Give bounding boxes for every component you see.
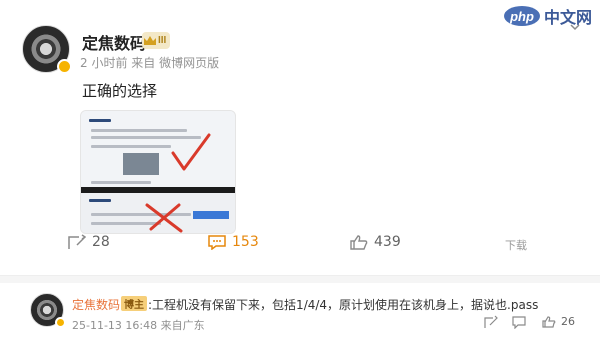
watermark-site-text: 中文网	[543, 8, 592, 27]
comment-button[interactable]: 153	[208, 234, 259, 250]
like-button[interactable]: 439	[350, 234, 401, 250]
crown-icon	[144, 35, 156, 45]
comment-count: 153	[232, 234, 259, 250]
php-logo-badge: php	[503, 6, 540, 26]
author-avatar[interactable]	[22, 25, 72, 74]
repost-button[interactable]: 28	[68, 234, 110, 250]
comment-body: 定焦数码 博主:工程机没有保留下来，包括1/4/4，原计划使用在该机身上，据说也.…	[72, 296, 538, 313]
thumbs-up-icon	[350, 235, 368, 250]
comment-action-bar	[0, 315, 600, 331]
comment-author-name[interactable]: 定焦数码	[72, 298, 120, 312]
thumbs-up-icon	[542, 316, 556, 328]
section-divider	[0, 275, 600, 283]
download-button[interactable]: 下载	[505, 237, 527, 253]
comment-like-button[interactable]: 26	[542, 315, 575, 328]
checkmark-icon	[171, 133, 211, 171]
post-meta: 2 小时前 来自 微博网页版	[80, 56, 220, 70]
reply-icon[interactable]	[512, 315, 526, 329]
cross-icon	[145, 203, 183, 233]
comment-text: :工程机没有保留下来，包括1/4/4，原计划使用在该机身上，据说也.pass	[148, 298, 539, 312]
chevron-down-icon[interactable]	[570, 22, 580, 32]
repost-count: 28	[92, 234, 110, 250]
share-icon[interactable]	[484, 315, 498, 329]
comment-icon	[208, 235, 226, 250]
like-count: 439	[374, 234, 401, 250]
level-text: III	[158, 35, 167, 46]
verified-badge-icon	[57, 59, 72, 74]
author-name[interactable]: 定焦数码	[82, 30, 146, 54]
author-tag: 博主	[121, 296, 148, 311]
level-badge: III	[142, 32, 171, 49]
post-text: 正确的选择	[82, 82, 158, 100]
post-action-bar: 28 153 439 下载	[0, 234, 600, 252]
repost-icon	[68, 234, 86, 249]
comment-like-count: 26	[561, 315, 575, 328]
download-label: 下载	[505, 239, 527, 252]
post-image[interactable]	[80, 110, 236, 234]
